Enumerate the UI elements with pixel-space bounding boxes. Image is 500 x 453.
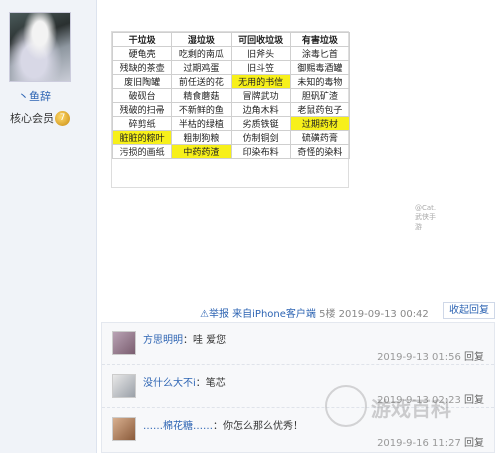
header-wet: 湿垃圾 — [171, 32, 232, 47]
table-cell: 残缺的茶壶 — [111, 60, 173, 75]
reply-text: 方思明明：哇 爱您 — [143, 335, 227, 346]
client-source[interactable]: 来自iPhone客户端 — [232, 309, 316, 320]
avatar[interactable] — [112, 331, 136, 355]
user-sidebar: 丶鱼辞 核心会员 7 — [0, 0, 97, 453]
table-cell: 吃剩的南瓜 — [171, 46, 232, 61]
table-row: 硬龟壳 吃剩的南瓜 旧斧头 涂毒匕首 — [111, 46, 351, 61]
table-row: 污损的画纸 中药药渣 印染布料 奇怪的染料 — [111, 144, 351, 159]
reply-text: ……棉花糖……：你怎么那么优秀！ — [143, 421, 303, 432]
table-cell: 御赐毒酒罐 — [289, 60, 351, 75]
report-link[interactable]: ⚠举报 — [200, 309, 229, 320]
reply-button[interactable]: 回复 — [464, 438, 484, 449]
table-cell: 老鼠药包子 — [289, 102, 351, 117]
table-cell: 涂毒匕首 — [289, 46, 351, 61]
table-cell: 冒牌武功 — [230, 88, 291, 103]
table-cell: 边角木料 — [230, 102, 291, 117]
table-cell-highlighted: 脏脏的粽叶 — [111, 130, 173, 145]
reply-button[interactable]: 回复 — [464, 352, 484, 363]
watermark-text: 游戏百科 — [371, 397, 451, 421]
table-cell-highlighted: 中药药渣 — [171, 144, 232, 159]
table-cell: 旧斧头 — [230, 46, 291, 61]
reply-author[interactable]: ……棉花糖…… — [143, 421, 213, 432]
header-hazardous: 有害垃圾 — [289, 32, 351, 47]
garbage-table: 干垃圾 湿垃圾 可回收垃圾 有害垃圾 硬龟壳 吃剩的南瓜 旧斧头 涂毒匕首 残缺… — [111, 32, 351, 159]
table-cell: 破砚台 — [111, 88, 173, 103]
reply-time: 2019-9-13 01:56 回复 — [377, 352, 484, 363]
table-row: 破砚台 精食蘑菇 冒牌武功 胆矾矿渣 — [111, 88, 351, 103]
table-cell: 残破的扫帚 — [111, 102, 173, 117]
reply-author[interactable]: 方思明明 — [143, 335, 183, 346]
image-watermark: @Cat.武侠手游 — [415, 204, 437, 231]
username-link[interactable]: 丶鱼辞 — [18, 88, 51, 104]
table-cell-highlighted: 无用的书信 — [230, 74, 291, 89]
table-row: 脏脏的粽叶 粗制狗粮 仿制铜剑 硫磺药膏 — [111, 130, 351, 145]
table-cell: 污损的画纸 — [111, 144, 173, 159]
table-cell: 碎剪纸 — [111, 116, 173, 131]
user-avatar[interactable] — [9, 12, 71, 82]
post-meta: ⚠举报 来自iPhone客户端 5楼 2019-09-13 00:42 — [200, 305, 429, 320]
table-cell: 旧斗笠 — [230, 60, 291, 75]
reply-author[interactable]: 没什么大不i — [143, 378, 196, 389]
table-cell: 半枯的绿植 — [171, 116, 232, 131]
site-watermark: 游戏百科 — [325, 385, 475, 429]
table-row: 残破的扫帚 不新鲜的鱼 边角木料 老鼠药包子 — [111, 102, 351, 117]
table-cell: 硬龟壳 — [111, 46, 173, 61]
list-item: 方思明明：哇 爱您 2019-9-13 01:56 回复 — [102, 323, 494, 365]
avatar[interactable] — [112, 417, 136, 441]
avatar[interactable] — [112, 374, 136, 398]
table-cell: 粗制狗粮 — [171, 130, 232, 145]
table-cell: 劣质铁铤 — [230, 116, 291, 131]
table-row: 残缺的茶壶 过期鸡蛋 旧斗笠 御赐毒酒罐 — [111, 60, 351, 75]
table-row: 碎剪纸 半枯的绿植 劣质铁铤 过期药材 — [111, 116, 351, 131]
header-recyclable: 可回收垃圾 — [230, 32, 291, 47]
table-cell: 废旧陶罐 — [111, 74, 173, 89]
watermark-logo-icon — [325, 385, 367, 427]
table-cell: 未知的毒物 — [289, 74, 351, 89]
table-cell: 印染布料 — [230, 144, 291, 159]
table-cell-highlighted: 过期药材 — [289, 116, 351, 131]
table-cell: 胆矾矿渣 — [289, 88, 351, 103]
garbage-table-image: 干垃圾 湿垃圾 可回收垃圾 有害垃圾 硬龟壳 吃剩的南瓜 旧斧头 涂毒匕首 残缺… — [111, 31, 436, 231]
table-cell: 硫磺药膏 — [289, 130, 351, 145]
table-cell: 前任送的花 — [171, 74, 232, 89]
table-row: 废旧陶罐 前任送的花 无用的书信 未知的毒物 — [111, 74, 351, 89]
table-cell: 不新鲜的鱼 — [171, 102, 232, 117]
level-badge-icon: 7 — [55, 111, 70, 126]
table-cell: 仿制铜剑 — [230, 130, 291, 145]
header-dry: 干垃圾 — [111, 32, 173, 47]
user-level-label: 核心会员 — [10, 112, 54, 125]
reply-time: 2019-9-16 11:27 回复 — [377, 438, 484, 449]
reply-text: 没什么大不i：笔芯 — [143, 378, 226, 389]
table-header-row: 干垃圾 湿垃圾 可回收垃圾 有害垃圾 — [111, 32, 351, 47]
collapse-replies-button[interactable]: 收起回复 — [443, 302, 495, 319]
floor-number: 5楼 — [319, 309, 336, 320]
table-cell: 精食蘑菇 — [171, 88, 232, 103]
table-cell: 过期鸡蛋 — [171, 60, 232, 75]
post-timestamp: 2019-09-13 00:42 — [338, 309, 429, 320]
table-cell: 奇怪的染料 — [289, 144, 351, 159]
